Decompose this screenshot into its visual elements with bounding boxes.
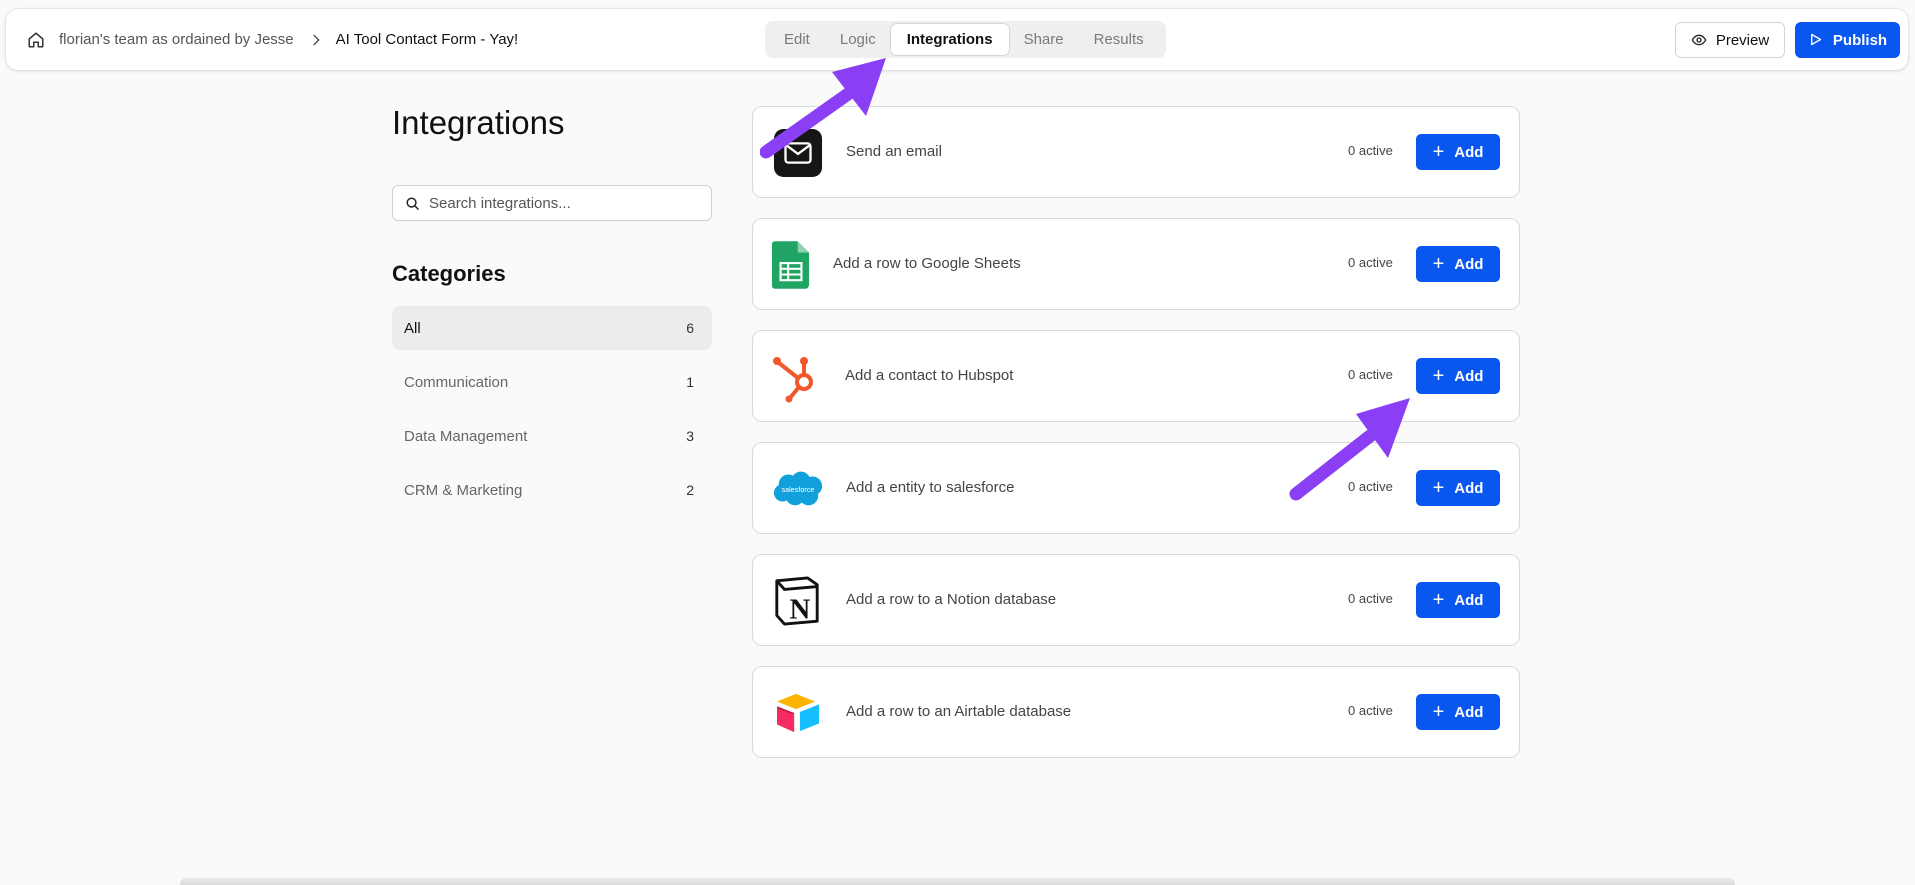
- category-crm-marketing[interactable]: CRM & Marketing 2: [392, 468, 712, 512]
- add-airtable-button[interactable]: + Add: [1416, 694, 1500, 730]
- category-label: Communication: [404, 373, 509, 391]
- plus-icon: +: [1432, 365, 1445, 387]
- tab-integrations[interactable]: Integrations: [890, 24, 1009, 55]
- tab-logic[interactable]: Logic: [825, 24, 891, 55]
- notion-logo-text: N: [789, 593, 810, 625]
- plus-icon: +: [1432, 477, 1445, 499]
- chevron-right-icon: [308, 32, 324, 48]
- integration-card-hubspot: Add a contact to Hubspot 0 active + Add: [752, 330, 1520, 422]
- salesforce-logo-text: salesforce: [782, 485, 815, 494]
- integration-card-google-sheets: Add a row to Google Sheets 0 active + Add: [752, 218, 1520, 310]
- active-count: 0 active: [1348, 591, 1393, 606]
- breadcrumb-team[interactable]: florian's team as ordained by Jesse: [59, 31, 294, 48]
- salesforce-icon: salesforce: [772, 463, 824, 515]
- hubspot-icon: [770, 351, 822, 403]
- breadcrumb: florian's team as ordained by Jesse AI T…: [27, 9, 518, 70]
- category-communication[interactable]: Communication 1: [392, 360, 712, 404]
- category-count: 1: [686, 374, 694, 390]
- plus-icon: +: [1432, 253, 1445, 275]
- plus-icon: +: [1432, 701, 1445, 723]
- integration-label: Add a row to an Airtable database: [846, 703, 1072, 720]
- category-count: 3: [686, 428, 694, 444]
- email-icon: [772, 127, 824, 179]
- tab-bar: Edit Logic Integrations Share Results: [765, 21, 1166, 58]
- integration-label: Add a row to a Notion database: [846, 591, 1057, 608]
- active-count: 0 active: [1348, 479, 1393, 494]
- add-email-button[interactable]: + Add: [1416, 134, 1500, 170]
- integration-label: Add a entity to salesforce: [846, 479, 1015, 496]
- bottom-panel-edge: [180, 878, 1735, 885]
- tab-edit[interactable]: Edit: [769, 24, 825, 55]
- categories-title: Categories: [392, 261, 506, 286]
- breadcrumb-form[interactable]: AI Tool Contact Form - Yay!: [336, 31, 519, 48]
- add-label: Add: [1454, 591, 1484, 609]
- category-data-management[interactable]: Data Management 3: [392, 414, 712, 458]
- active-count: 0 active: [1348, 255, 1393, 270]
- publish-label: Publish: [1832, 31, 1888, 49]
- eye-icon: [1691, 32, 1707, 48]
- preview-label: Preview: [1715, 31, 1770, 49]
- category-all[interactable]: All 6: [392, 306, 712, 350]
- integration-label: Send an email: [846, 143, 942, 160]
- google-sheets-icon: [765, 239, 817, 291]
- add-label: Add: [1454, 479, 1484, 497]
- search-icon: [405, 196, 420, 211]
- category-label: All: [404, 319, 421, 337]
- integration-card-notion: N Add a row to a Notion database 0 activ…: [752, 554, 1520, 646]
- search-box[interactable]: [392, 185, 712, 221]
- home-icon[interactable]: [27, 31, 45, 49]
- tab-results[interactable]: Results: [1079, 24, 1159, 55]
- add-google-sheets-button[interactable]: + Add: [1416, 246, 1500, 282]
- play-icon: [1808, 32, 1824, 48]
- airtable-icon: [772, 687, 824, 739]
- integration-card-email: Send an email 0 active + Add: [752, 106, 1520, 198]
- notion-icon: N: [771, 575, 823, 627]
- publish-button[interactable]: Publish: [1795, 22, 1900, 58]
- plus-icon: +: [1432, 589, 1445, 611]
- add-label: Add: [1454, 143, 1484, 161]
- add-salesforce-button[interactable]: + Add: [1416, 470, 1500, 506]
- category-count: 2: [686, 482, 694, 498]
- integration-label: Add a contact to Hubspot: [845, 367, 1014, 384]
- integration-card-salesforce: salesforce Add a entity to salesforce 0 …: [752, 442, 1520, 534]
- top-bar: florian's team as ordained by Jesse AI T…: [6, 9, 1908, 70]
- active-count: 0 active: [1348, 143, 1393, 158]
- add-label: Add: [1454, 703, 1484, 721]
- plus-icon: +: [1432, 141, 1445, 163]
- add-hubspot-button[interactable]: + Add: [1416, 358, 1500, 394]
- page-title: Integrations: [392, 104, 565, 141]
- add-label: Add: [1454, 367, 1484, 385]
- preview-button[interactable]: Preview: [1675, 22, 1785, 58]
- category-count: 6: [686, 320, 694, 336]
- category-label: CRM & Marketing: [404, 481, 523, 499]
- integration-list: Send an email 0 active + Add Add a row to…: [752, 106, 1520, 778]
- tab-share[interactable]: Share: [1009, 24, 1079, 55]
- active-count: 0 active: [1348, 703, 1393, 718]
- integration-label: Add a row to Google Sheets: [833, 255, 1021, 272]
- add-label: Add: [1454, 255, 1484, 273]
- integration-card-airtable: Add a row to an Airtable database 0 acti…: [752, 666, 1520, 758]
- add-notion-button[interactable]: + Add: [1416, 582, 1500, 618]
- active-count: 0 active: [1348, 367, 1393, 382]
- category-list: All 6 Communication 1 Data Management 3 …: [392, 306, 712, 522]
- category-label: Data Management: [404, 427, 528, 445]
- search-input[interactable]: [429, 194, 699, 212]
